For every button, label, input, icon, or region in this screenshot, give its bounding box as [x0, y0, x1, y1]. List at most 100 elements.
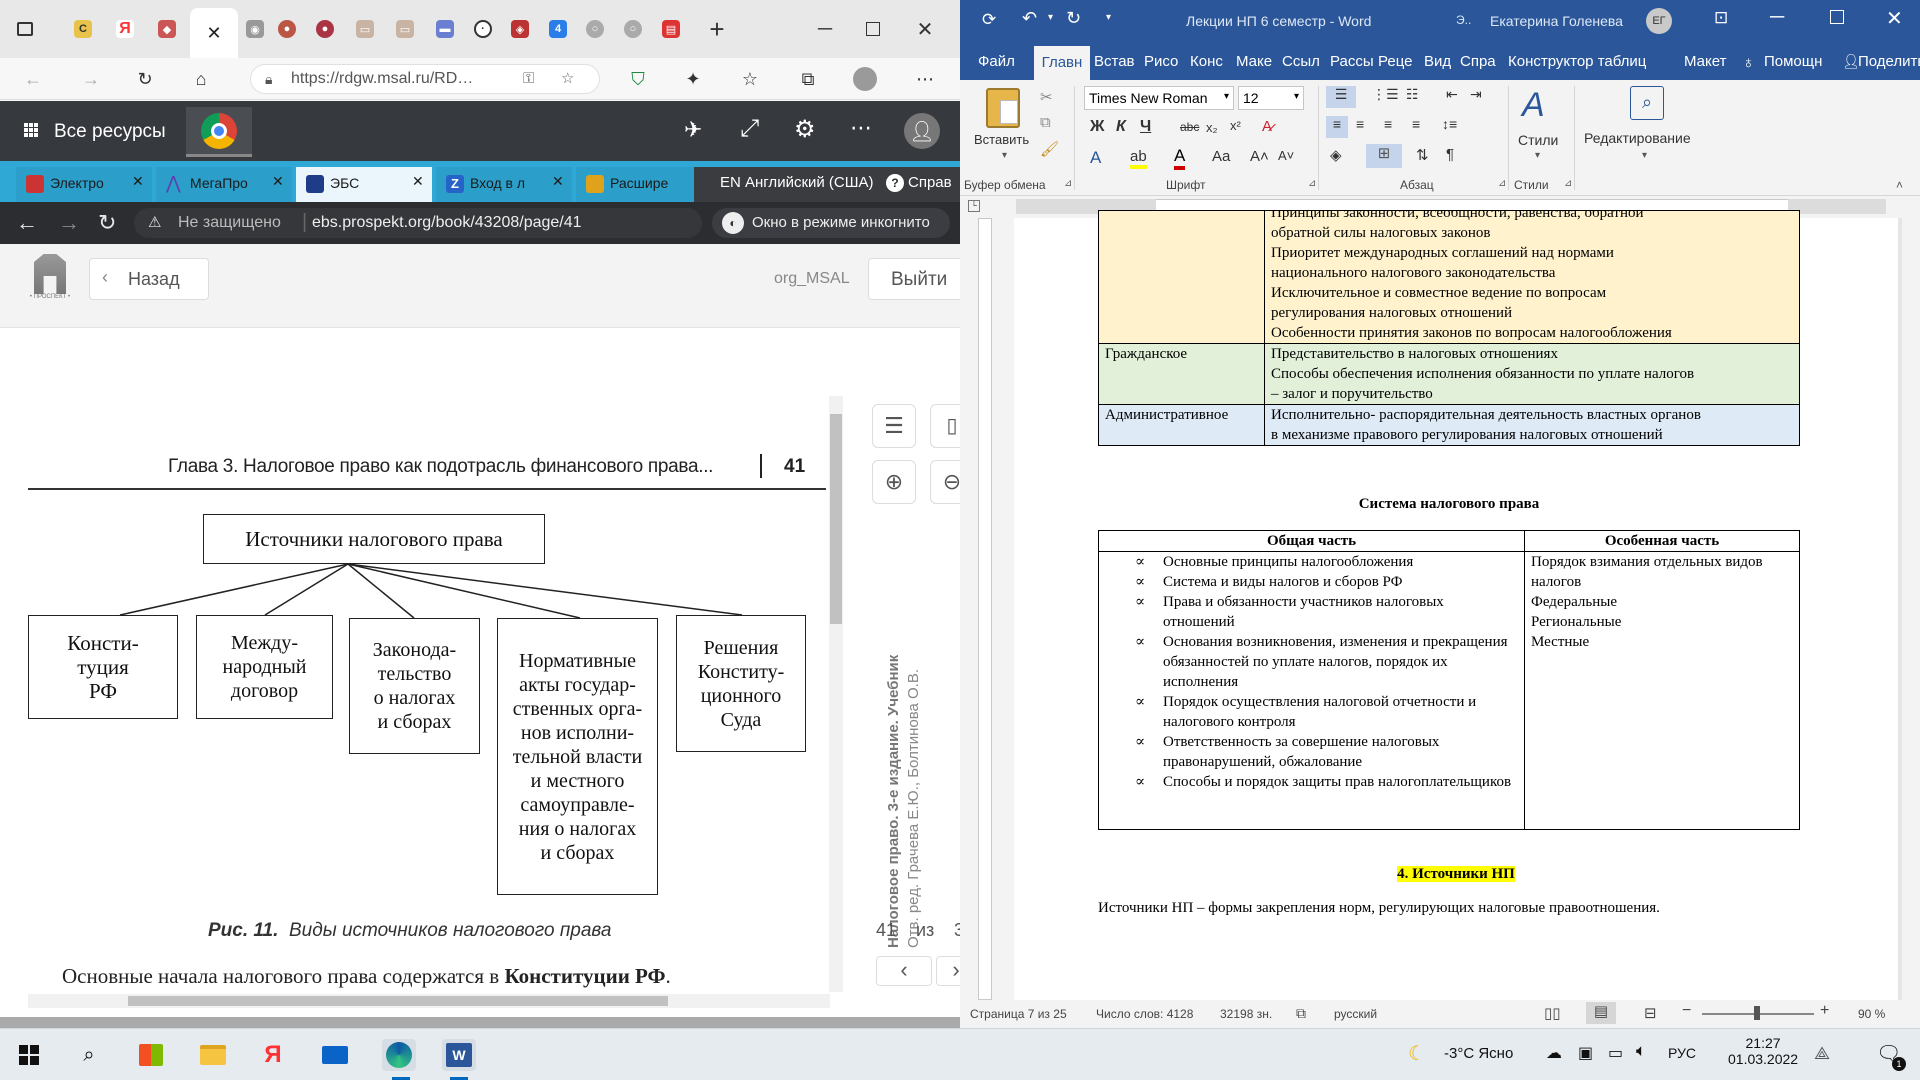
borders-icon[interactable]: ⊞ [1366, 144, 1402, 168]
page-count[interactable]: Страница 7 из 25 [970, 1007, 1067, 1021]
back-arrow-icon[interactable]: ← [20, 66, 46, 92]
tab-design[interactable]: Конс [1190, 53, 1223, 70]
file-explorer-icon[interactable] [196, 1039, 230, 1071]
zoom-level[interactable]: 90 % [1858, 1007, 1885, 1021]
grid-icon[interactable] [24, 123, 38, 137]
tab-table-design[interactable]: Конструктор таблиц [1508, 53, 1646, 70]
key-icon[interactable]: ⚿ [523, 65, 534, 93]
language-status[interactable]: русский [1334, 1007, 1377, 1021]
forward-arrow-icon[interactable]: → [58, 210, 80, 236]
weather-icon[interactable]: ☾ [1408, 1041, 1426, 1066]
undo-icon[interactable]: ↶ [1022, 8, 1037, 29]
search-icon[interactable]: ⌕ [72, 1039, 106, 1071]
page-scrollbar[interactable] [829, 396, 843, 992]
cloud-icon[interactable]: ☁ [1546, 1043, 1562, 1063]
tab-icon[interactable]: ● [310, 14, 340, 44]
clear-format-icon[interactable]: A̷ [1262, 118, 1272, 135]
text-effects-icon[interactable]: A [1090, 148, 1101, 168]
chrome-app-button[interactable] [186, 107, 252, 157]
minimize-icon[interactable]: ─ [810, 14, 840, 44]
font-size-select[interactable]: 12 ▾ [1238, 86, 1304, 110]
remote-tab-active[interactable]: ЭБС ✕ [296, 167, 432, 202]
back-arrow-icon[interactable]: ← [16, 210, 38, 236]
contents-list-icon[interactable]: ☰ [872, 404, 916, 448]
tell-me-label[interactable]: Помощн [1764, 53, 1822, 70]
styles-icon[interactable]: A [1522, 86, 1545, 125]
italic-icon[interactable]: К [1116, 118, 1126, 136]
tab-help[interactable]: Спра [1460, 53, 1496, 70]
change-case-icon[interactable]: Aa [1212, 148, 1230, 165]
document-page[interactable]: Принципы законности, всеобщности, равенс… [1014, 210, 1898, 1000]
remote-address-bar[interactable]: ⚠ Не защищено | ebs.prospekt.org/book/43… [134, 208, 702, 238]
language-bar[interactable]: EN Английский (США) ? Справ [694, 167, 960, 202]
tab-icon[interactable]: ○ [580, 14, 610, 44]
tab-icon[interactable]: ▬ [430, 14, 460, 44]
yandex-browser-icon[interactable]: Я [256, 1039, 290, 1071]
fullscreen-icon[interactable]: ⤢ [740, 115, 759, 143]
display-icon[interactable]: ▣ [1578, 1043, 1593, 1063]
tab-references[interactable]: Ссыл [1282, 53, 1320, 70]
minimize-icon[interactable]: ─ [1770, 6, 1784, 29]
tab-icon[interactable]: ◉ [240, 14, 270, 44]
volume-icon[interactable]: 🔈︎ [1636, 1041, 1646, 1061]
incognito-badge[interactable]: ◐ Окно в режиме инкогнито [712, 208, 950, 238]
tab-icon[interactable]: ▭ [390, 14, 420, 44]
tab-badge-icon[interactable]: 4 [543, 14, 573, 44]
undo-dropdown-icon[interactable]: ▾ [1048, 12, 1053, 23]
decrease-indent-icon[interactable]: ⇤ [1446, 86, 1458, 103]
ribbon-display-icon[interactable]: ⊡ [1714, 8, 1728, 28]
strikethrough-icon[interactable]: abc [1180, 120, 1199, 134]
close-icon[interactable]: ✕ [412, 173, 424, 190]
exit-button[interactable]: Выйти [868, 258, 960, 300]
tab-file[interactable]: Файл [978, 53, 1015, 70]
web-layout-icon[interactable]: ⊟ [1644, 1004, 1657, 1022]
bookmark-icon[interactable]: ▯ [930, 404, 960, 448]
increase-indent-icon[interactable]: ⇥ [1470, 86, 1482, 103]
remote-tab[interactable]: Расшире [576, 167, 696, 202]
align-center-icon[interactable]: ≡ [1356, 116, 1364, 132]
active-tab[interactable]: ✕ [190, 8, 238, 58]
styles-dropdown-icon[interactable]: ▾ [1535, 150, 1540, 161]
address-bar[interactable]: 🔒︎ https://rdgw.msal.ru/RD… ⚿ ☆ [250, 64, 600, 94]
subscript-icon[interactable]: x₂ [1206, 120, 1218, 135]
user-avatar-icon[interactable]: 👤︎ [904, 113, 940, 149]
dialog-launcher-icon[interactable]: ⊿ [1308, 178, 1316, 189]
tab-home[interactable]: Главн [1034, 46, 1090, 80]
char-count[interactable]: 32198 зн. [1220, 1007, 1272, 1021]
tab-selector-icon[interactable]: └ [968, 200, 980, 212]
tab-icon[interactable]: ● [272, 14, 302, 44]
paste-dropdown-icon[interactable]: ▾ [1002, 150, 1007, 161]
tab-review[interactable]: Реце [1378, 53, 1412, 70]
refresh-icon[interactable]: ↻ [98, 210, 116, 236]
superscript-icon[interactable]: x² [1230, 118, 1241, 133]
vertical-ruler[interactable] [960, 218, 1014, 1000]
close-icon[interactable]: ✕ [272, 173, 284, 190]
redo-icon[interactable]: ↻ [1066, 8, 1081, 29]
justify-icon[interactable]: ≡ [1412, 116, 1420, 132]
tab-view[interactable]: Вид [1424, 53, 1451, 70]
editing-button[interactable]: Редактирование [1584, 130, 1691, 146]
line-spacing-icon[interactable]: ↕≡ [1442, 116, 1457, 132]
tab-table-layout[interactable]: Макет [1684, 53, 1726, 70]
all-resources-label[interactable]: Все ресурсы [54, 121, 166, 143]
input-language[interactable]: РУС [1668, 1045, 1696, 1061]
refresh-icon[interactable]: ↻ [132, 66, 158, 92]
shield-icon[interactable]: ⛉ [625, 66, 651, 92]
tab-icon[interactable]: ▭ [350, 14, 380, 44]
start-button[interactable] [12, 1039, 46, 1071]
user-name[interactable]: Екатерина Голенева [1490, 13, 1623, 29]
font-name-select[interactable]: Times New Roman ▾ [1084, 86, 1234, 110]
underline-icon[interactable]: Ч [1140, 118, 1151, 136]
share-button[interactable]: Поделиться [1858, 53, 1920, 70]
shading-icon[interactable]: ◈ [1330, 146, 1342, 164]
back-button[interactable]: ‹ Назад [89, 258, 209, 300]
qat-dropdown-icon[interactable]: ▾ [1106, 12, 1111, 23]
proofing-icon[interactable]: ⧉ [1296, 1005, 1306, 1022]
help-icon[interactable]: ? [886, 174, 904, 192]
tab-mailings[interactable]: Рассы [1330, 53, 1374, 70]
bottom-scroll[interactable] [0, 1017, 960, 1028]
dialog-launcher-icon[interactable]: ⊿ [1064, 178, 1072, 189]
read-mode-icon[interactable]: ▯▯ [1544, 1004, 1561, 1022]
more-icon[interactable]: ⋯ [912, 66, 938, 92]
bold-icon[interactable]: Ж [1090, 118, 1104, 136]
